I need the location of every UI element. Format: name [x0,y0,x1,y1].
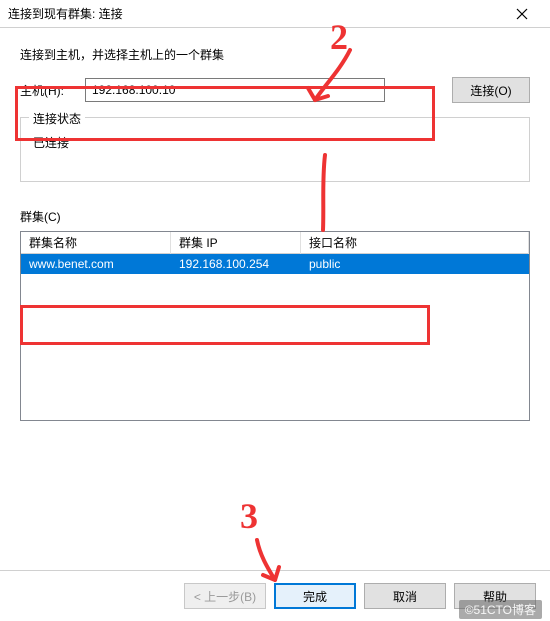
cell-cluster-name: www.benet.com [21,255,171,273]
connect-button[interactable]: 连接(O) [452,77,530,103]
host-label: 主机(H): [20,82,75,99]
status-legend: 连接状态 [29,110,85,127]
watermark: ©51CTO博客 [459,600,542,619]
header-cluster-name[interactable]: 群集名称 [21,231,171,254]
cell-interface: public [301,255,529,273]
cluster-listbox[interactable]: 群集名称 群集 IP 接口名称 www.benet.com 192.168.10… [20,231,530,421]
close-button[interactable] [502,0,542,28]
separator [0,570,550,571]
status-text: 已连接 [33,134,517,151]
host-input[interactable] [85,78,385,102]
list-header: 群集名称 群集 IP 接口名称 [21,232,529,254]
finish-button[interactable]: 完成 [274,583,356,609]
connection-status-group: 连接状态 已连接 [20,117,530,182]
header-cluster-ip[interactable]: 群集 IP [171,231,301,254]
host-row: 主机(H): 连接(O) [20,77,530,103]
window-title: 连接到现有群集: 连接 [8,5,123,22]
instruction-text: 连接到主机，并选择主机上的一个群集 [20,46,530,63]
titlebar: 连接到现有群集: 连接 [0,0,550,28]
annotation-arrow-3 [245,535,305,590]
header-interface[interactable]: 接口名称 [301,231,529,254]
cancel-button[interactable]: 取消 [364,583,446,609]
close-icon [516,8,528,20]
annotation-number-3: 3 [240,495,258,537]
back-button: < 上一步(B) [184,583,266,609]
cluster-label: 群集(C) [20,208,530,225]
list-row[interactable]: www.benet.com 192.168.100.254 public [21,254,529,274]
cell-cluster-ip: 192.168.100.254 [171,255,301,273]
dialog-content: 连接到主机，并选择主机上的一个群集 主机(H): 连接(O) 连接状态 已连接 … [0,28,550,431]
